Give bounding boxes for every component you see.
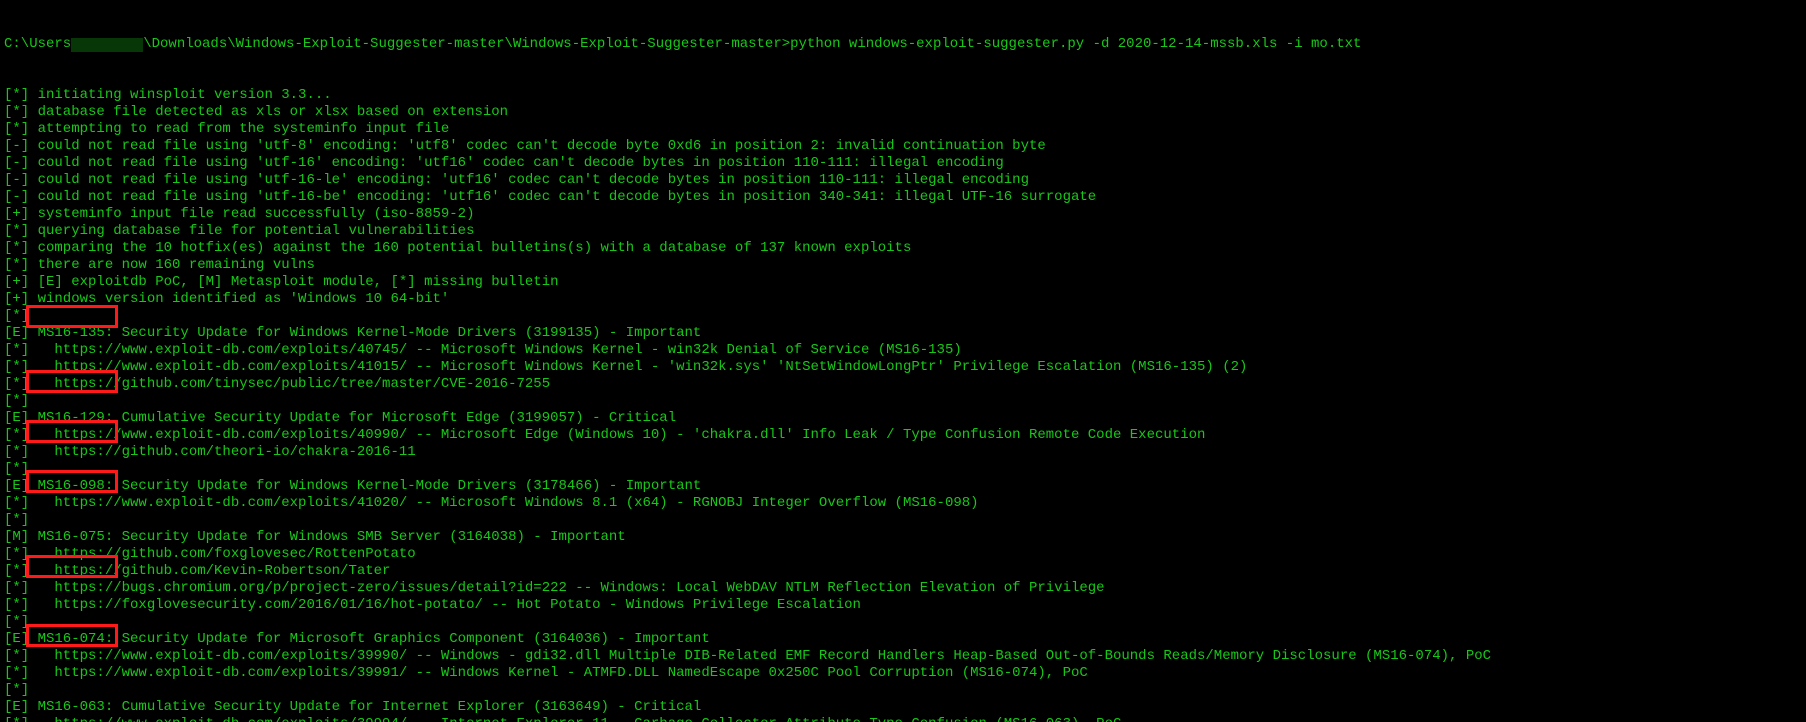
vuln-ref: [*] https://www.exploit-db.com/exploits/… xyxy=(4,342,1802,359)
vuln-ref: [*] https://foxglovesecurity.com/2016/01… xyxy=(4,597,1802,614)
init-line: [+] systeminfo input file read successfu… xyxy=(4,206,1802,223)
vuln-header: [E] MS16-074: Security Update for Micros… xyxy=(4,631,1802,648)
separator: [*] xyxy=(4,512,1802,529)
init-line: [-] could not read file using 'utf-16' e… xyxy=(4,155,1802,172)
vuln-ref: [*] https://github.com/theori-io/chakra-… xyxy=(4,444,1802,461)
init-line: [+] [E] exploitdb PoC, [M] Metasploit mo… xyxy=(4,274,1802,291)
init-line: [*] there are now 160 remaining vulns xyxy=(4,257,1802,274)
init-line: [+] windows version identified as 'Windo… xyxy=(4,291,1802,308)
vuln-header: [E] MS16-098: Security Update for Window… xyxy=(4,478,1802,495)
vuln-ref: [*] https://www.exploit-db.com/exploits/… xyxy=(4,716,1802,722)
terminal-window[interactable]: C:\Users \Downloads\Windows-Exploit-Sugge… xyxy=(0,0,1806,722)
vuln-ref: [*] https://github.com/foxglovesec/Rotte… xyxy=(4,546,1802,563)
vuln-ref: [*] https://www.exploit-db.com/exploits/… xyxy=(4,359,1802,376)
vuln-ref: [*] https://www.exploit-db.com/exploits/… xyxy=(4,665,1802,682)
init-line: [-] could not read file using 'utf-8' en… xyxy=(4,138,1802,155)
vuln-ref: [*] https://github.com/tinysec/public/tr… xyxy=(4,376,1802,393)
prompt-line: C:\Users \Downloads\Windows-Exploit-Sugge… xyxy=(4,36,1802,53)
separator: [*] xyxy=(4,614,1802,631)
init-line: [*] xyxy=(4,308,1802,325)
init-line: [*] querying database file for potential… xyxy=(4,223,1802,240)
init-line: [*] initiating winsploit version 3.3... xyxy=(4,87,1802,104)
init-line: [-] could not read file using 'utf-16-le… xyxy=(4,172,1802,189)
vuln-header: [E] MS16-129: Cumulative Security Update… xyxy=(4,410,1802,427)
separator: [*] xyxy=(4,393,1802,410)
path-prefix: C:\Users xyxy=(4,36,71,52)
vuln-header: [M] MS16-075: Security Update for Window… xyxy=(4,529,1802,546)
vuln-header: [E] MS16-063: Cumulative Security Update… xyxy=(4,699,1802,716)
redacted-user xyxy=(71,38,143,52)
vuln-ref: [*] https://www.exploit-db.com/exploits/… xyxy=(4,648,1802,665)
terminal-output: [*] initiating winsploit version 3.3...[… xyxy=(4,87,1802,722)
init-line: [*] database file detected as xls or xls… xyxy=(4,104,1802,121)
vuln-ref: [*] https://www.exploit-db.com/exploits/… xyxy=(4,427,1802,444)
vuln-ref: [*] https://www.exploit-db.com/exploits/… xyxy=(4,495,1802,512)
separator: [*] xyxy=(4,461,1802,478)
init-line: [*] attempting to read from the systemin… xyxy=(4,121,1802,138)
command-text: python windows-exploit-suggester.py -d 2… xyxy=(790,36,1361,52)
vuln-ref: [*] https://github.com/Kevin-Robertson/T… xyxy=(4,563,1802,580)
init-line: [-] could not read file using 'utf-16-be… xyxy=(4,189,1802,206)
separator: [*] xyxy=(4,682,1802,699)
vuln-ref: [*] https://bugs.chromium.org/p/project-… xyxy=(4,580,1802,597)
vuln-header: [E] MS16-135: Security Update for Window… xyxy=(4,325,1802,342)
init-line: [*] comparing the 10 hotfix(es) against … xyxy=(4,240,1802,257)
path-suffix: \Downloads\Windows-Exploit-Suggester-mas… xyxy=(143,36,790,52)
